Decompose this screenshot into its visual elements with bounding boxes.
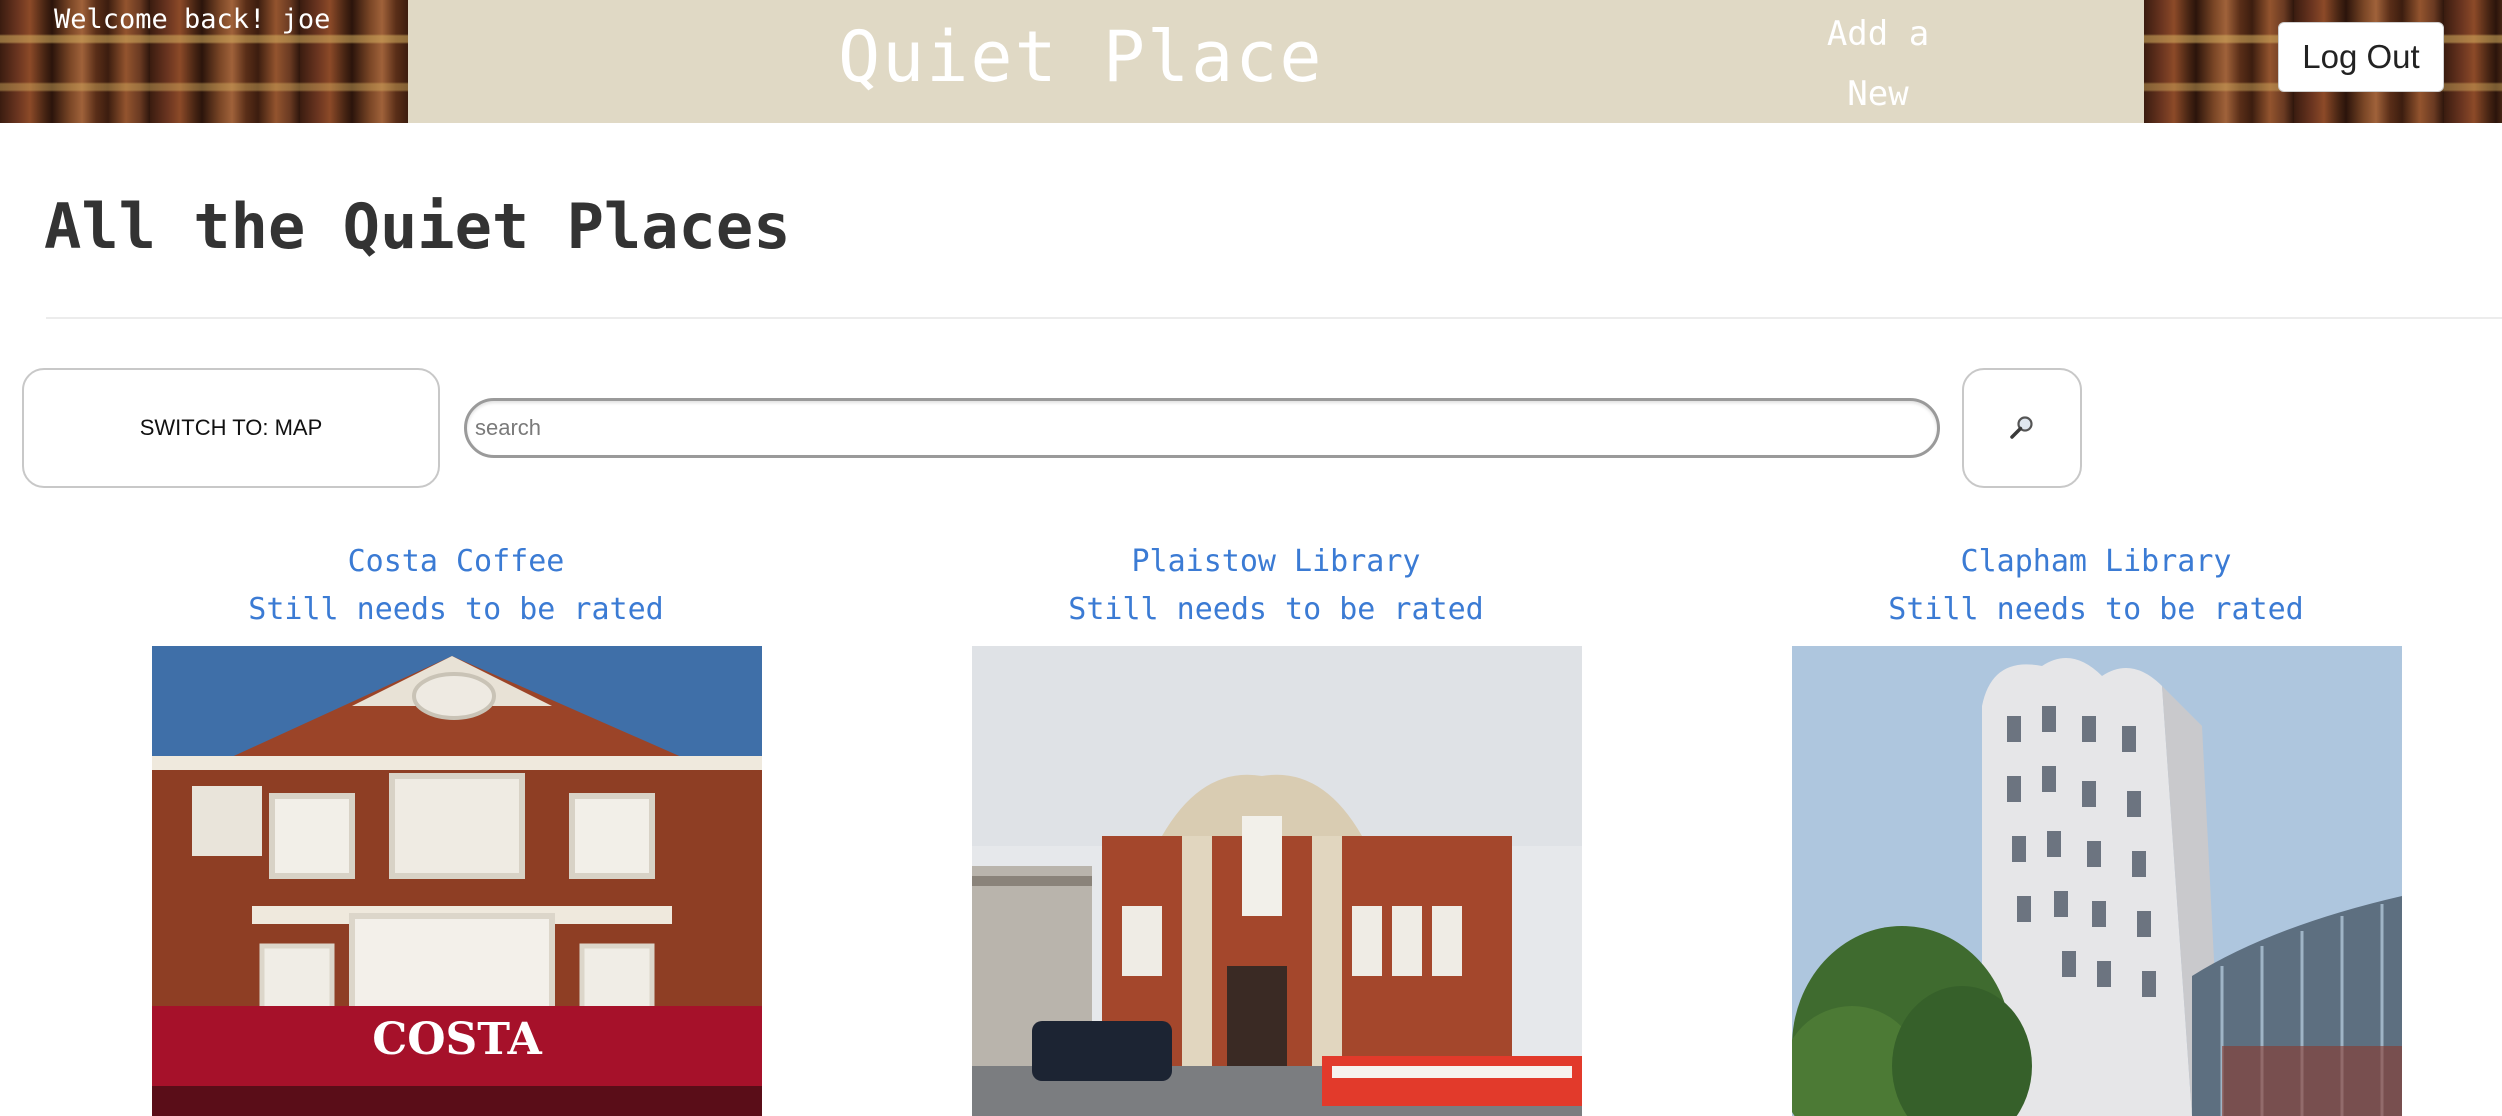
search-input[interactable]: [464, 398, 1940, 458]
place-name-link[interactable]: Clapham Library: [1686, 538, 2502, 586]
search-button[interactable]: [1962, 368, 2082, 488]
place-rating-link[interactable]: Still needs to be rated: [1686, 586, 2502, 634]
place-name-link[interactable]: Plaistow Library: [866, 538, 1686, 586]
site-header: Quiet Place Add a New: [0, 0, 2502, 123]
place-rating-link[interactable]: Still needs to be rated: [866, 586, 1686, 634]
add-new-link[interactable]: Add a New: [1813, 4, 1943, 124]
heading-divider: [46, 317, 2502, 319]
clapham-library-building-photo: [1792, 646, 2402, 1116]
plaistow-library-building-photo: [972, 646, 1582, 1116]
header-banner: Quiet Place Add a New: [408, 0, 2144, 123]
place-photo[interactable]: [1792, 646, 2402, 1116]
site-title[interactable]: Quiet Place: [838, 16, 1324, 98]
costa-coffee-building-photo: COSTA: [152, 646, 762, 1116]
magnifier-icon: [2010, 416, 2033, 439]
place-photo[interactable]: COSTA: [152, 646, 762, 1116]
svg-text:COSTA: COSTA: [372, 1014, 542, 1065]
place-card: Costa Coffee Still needs to be rated COS…: [46, 538, 866, 1116]
switch-to-map-button[interactable]: SWITCH TO: MAP: [22, 368, 440, 488]
place-card: Clapham Library Still needs to be rated: [1686, 538, 2502, 1116]
welcome-message: Welcome back! joe: [54, 4, 331, 35]
logout-button[interactable]: Log Out: [2278, 22, 2444, 92]
place-photo[interactable]: [972, 646, 1582, 1116]
place-rating-link[interactable]: Still needs to be rated: [46, 586, 866, 634]
place-name-link[interactable]: Costa Coffee: [46, 538, 866, 586]
page-title: All the Quiet Places: [44, 190, 791, 263]
place-card: Plaistow Library Still needs to be rated: [866, 538, 1686, 1116]
